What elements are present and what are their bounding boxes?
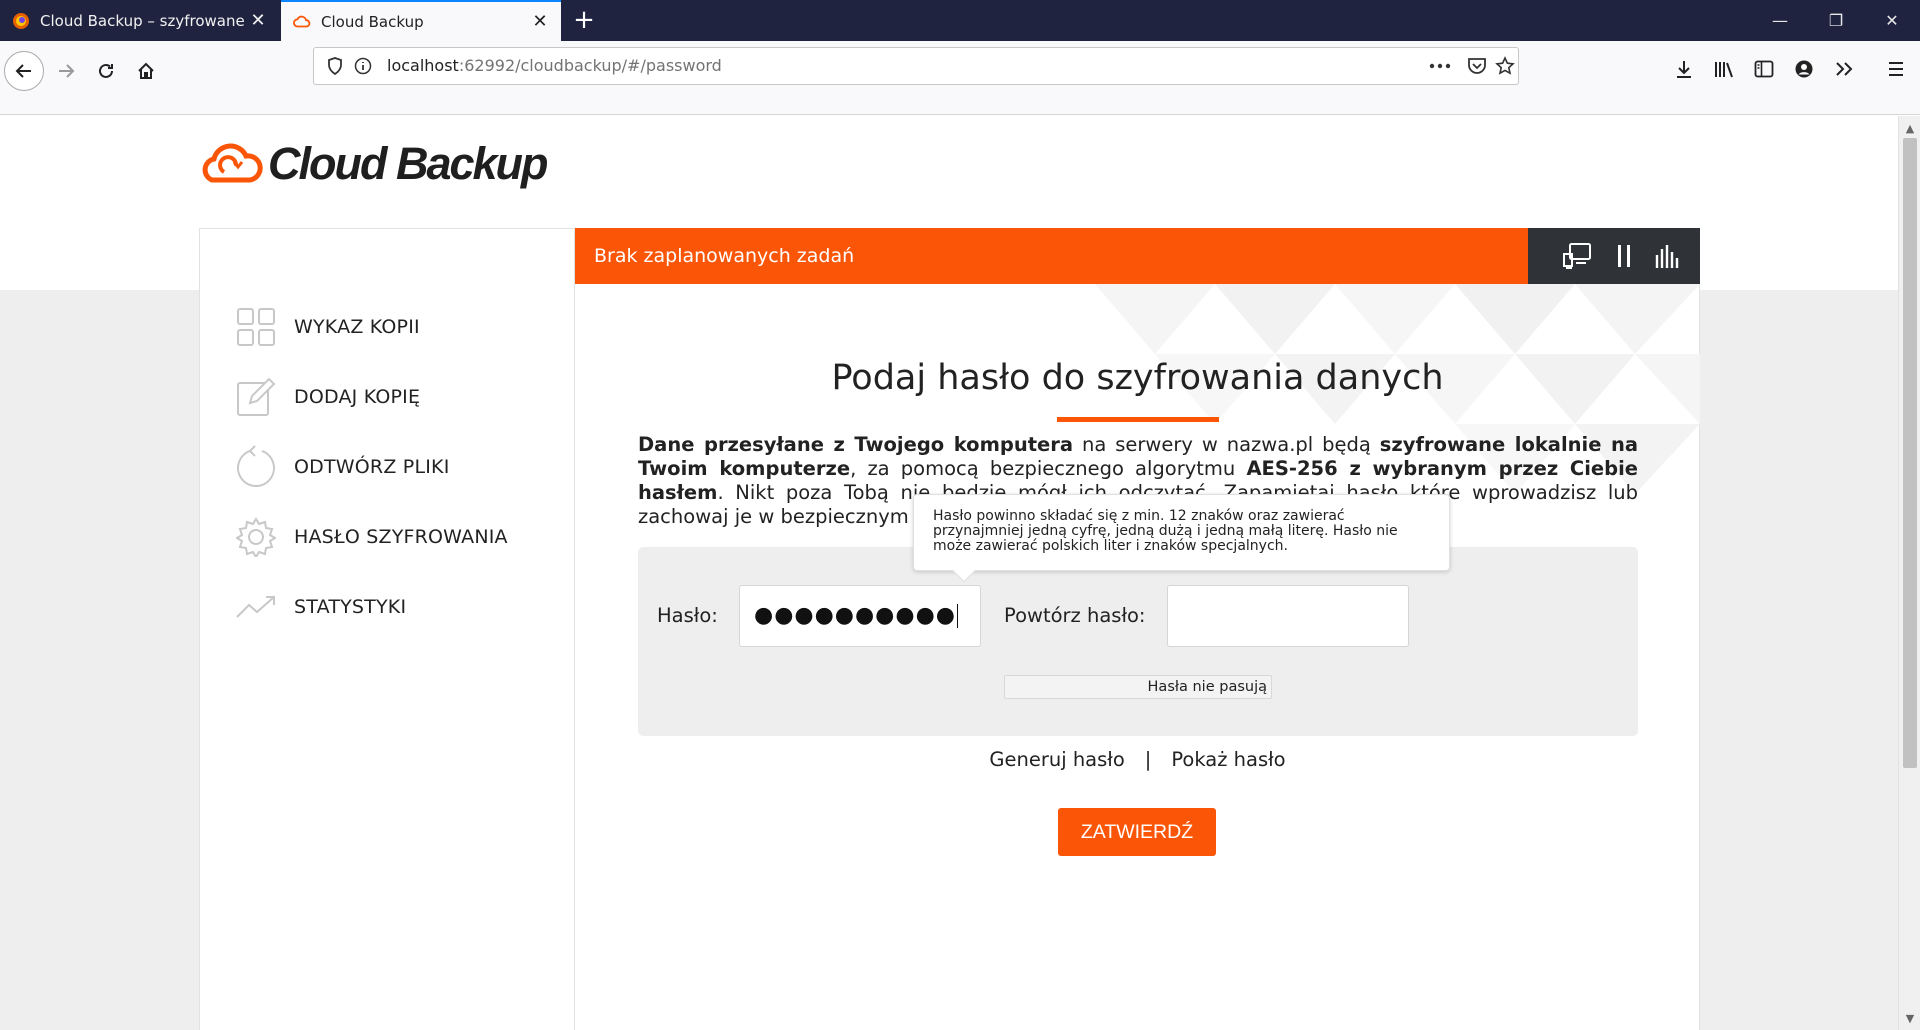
scroll-down-icon[interactable]: ▼	[1899, 1008, 1920, 1028]
restore-icon	[236, 445, 276, 489]
submit-button[interactable]: ZATWIERDŹ	[1058, 808, 1216, 856]
browser-nav-bar: localhost:62992/cloudbackup/#/password	[0, 41, 1920, 115]
show-password-link[interactable]: Pokaż hasło	[1171, 748, 1285, 771]
back-button[interactable]	[4, 51, 44, 91]
sidebar-toggle-icon[interactable]	[1746, 51, 1782, 87]
status-text: Brak zaplanowanych zadań	[594, 245, 855, 267]
link-separator: |	[1144, 748, 1152, 771]
restore-button[interactable]: ❐	[1808, 0, 1864, 41]
tab-title: Cloud Backup – szyfrowane ko	[40, 11, 247, 30]
sidebar-item-statistics[interactable]: STATYSTYKI	[236, 585, 406, 629]
page-scrollbar[interactable]: ▲ ▼	[1898, 116, 1920, 1030]
home-button[interactable]	[126, 51, 166, 91]
account-icon[interactable]	[1786, 51, 1822, 87]
pause-icon[interactable]	[1606, 238, 1642, 274]
sidebar-item-backup-list[interactable]: WYKAZ KOPII	[236, 305, 420, 349]
arrow-right-icon	[59, 64, 75, 78]
status-toolbar	[1528, 228, 1700, 284]
password-links: Generuj hasło | Pokaż hasło	[575, 748, 1700, 771]
trend-icon	[236, 585, 276, 629]
menu-hamburger-icon[interactable]	[1878, 51, 1914, 87]
status-bar: Brak zaplanowanych zadań	[575, 228, 1528, 284]
gear-icon	[236, 515, 276, 559]
minimize-button[interactable]: —	[1752, 0, 1808, 41]
url-text[interactable]: localhost:62992/cloudbackup/#/password	[387, 48, 722, 84]
cloud-logo-icon	[202, 143, 263, 183]
logo-text: Cloud Backup	[268, 138, 549, 189]
page-title: Podaj hasło do szyfrowania danych	[831, 358, 1444, 398]
repeat-password-label: Powtórz hasło:	[1004, 604, 1146, 627]
generate-password-link[interactable]: Generuj hasło	[989, 748, 1124, 771]
repeat-password-input[interactable]	[1167, 585, 1409, 647]
page-content: Cloud Backup WYKAZ KOPII DODAJ KOPIĘ ODT…	[0, 116, 1898, 1030]
sidebar-item-add-backup[interactable]: DODAJ KOPIĘ	[236, 375, 420, 419]
main-panel: Brak zaplanowanych zadań Podaj hasło do …	[575, 228, 1700, 1030]
sidebar-item-label: WYKAZ KOPII	[294, 316, 420, 338]
password-label: Hasło:	[657, 604, 718, 627]
cloud-backup-logo[interactable]: Cloud Backup	[198, 138, 549, 190]
arrow-left-icon	[15, 64, 31, 78]
close-tab-icon[interactable]: ✕	[529, 11, 551, 33]
browser-tab[interactable]: Cloud Backup – szyfrowane ko ✕	[0, 0, 279, 41]
browser-tab-bar: Cloud Backup – szyfrowane ko ✕ Cloud Bac…	[0, 0, 1920, 41]
sidebar-item-label: STATYSTYKI	[294, 596, 407, 618]
tab-title: Cloud Backup	[321, 12, 424, 31]
reload-icon	[99, 63, 113, 78]
pocket-icon[interactable]	[1462, 48, 1492, 84]
reload-button[interactable]	[86, 51, 126, 91]
cloud-favicon-icon	[293, 13, 311, 31]
forward-button[interactable]	[46, 51, 86, 91]
sidebar-item-encryption-password[interactable]: HASŁO SZYFROWANIA	[236, 515, 508, 559]
password-input[interactable]: ●●●●●●●●●●	[739, 585, 981, 647]
info-icon[interactable]	[350, 48, 376, 84]
library-icon[interactable]	[1706, 51, 1742, 87]
monitor-icon[interactable]	[1559, 238, 1595, 274]
scroll-up-icon[interactable]: ▲	[1899, 118, 1920, 138]
edit-icon	[236, 375, 276, 419]
download-icon[interactable]	[1666, 51, 1702, 87]
sidebar-item-label: ODTWÓRZ PLIKI	[294, 456, 450, 478]
bookmark-star-icon[interactable]	[1490, 48, 1520, 84]
sidebar-item-label: DODAJ KOPIĘ	[294, 386, 421, 408]
password-form: Hasło: ●●●●●●●●●● Powtórz hasło: Hasła n…	[638, 547, 1638, 736]
tracking-shield-icon[interactable]	[322, 48, 348, 84]
overflow-chevron-icon[interactable]	[1826, 51, 1862, 87]
url-bar[interactable]: localhost:62992/cloudbackup/#/password	[313, 47, 1519, 85]
sidebar-item-label: HASŁO SZYFROWANIA	[294, 526, 508, 548]
password-match-status: Hasła nie pasują	[1004, 675, 1272, 699]
firefox-icon	[12, 12, 30, 30]
title-underline	[1057, 417, 1219, 422]
sidebar-item-restore-files[interactable]: ODTWÓRZ PLIKI	[236, 445, 450, 489]
new-tab-button[interactable]: +	[568, 4, 600, 36]
password-requirements-tooltip: Hasło powinno składać się z min. 12 znak…	[913, 494, 1450, 583]
home-icon	[138, 62, 154, 79]
bar-chart-icon[interactable]	[1649, 238, 1685, 274]
grid-icon	[236, 305, 276, 349]
browser-tab-active[interactable]: Cloud Backup ✕	[281, 0, 561, 41]
more-actions-icon[interactable]	[1425, 48, 1455, 84]
close-window-button[interactable]: ✕	[1864, 0, 1920, 41]
scrollbar-thumb[interactable]	[1903, 138, 1917, 768]
sidebar: WYKAZ KOPII DODAJ KOPIĘ ODTWÓRZ PLIKI HA…	[199, 228, 575, 1030]
close-tab-icon[interactable]: ✕	[247, 10, 269, 32]
